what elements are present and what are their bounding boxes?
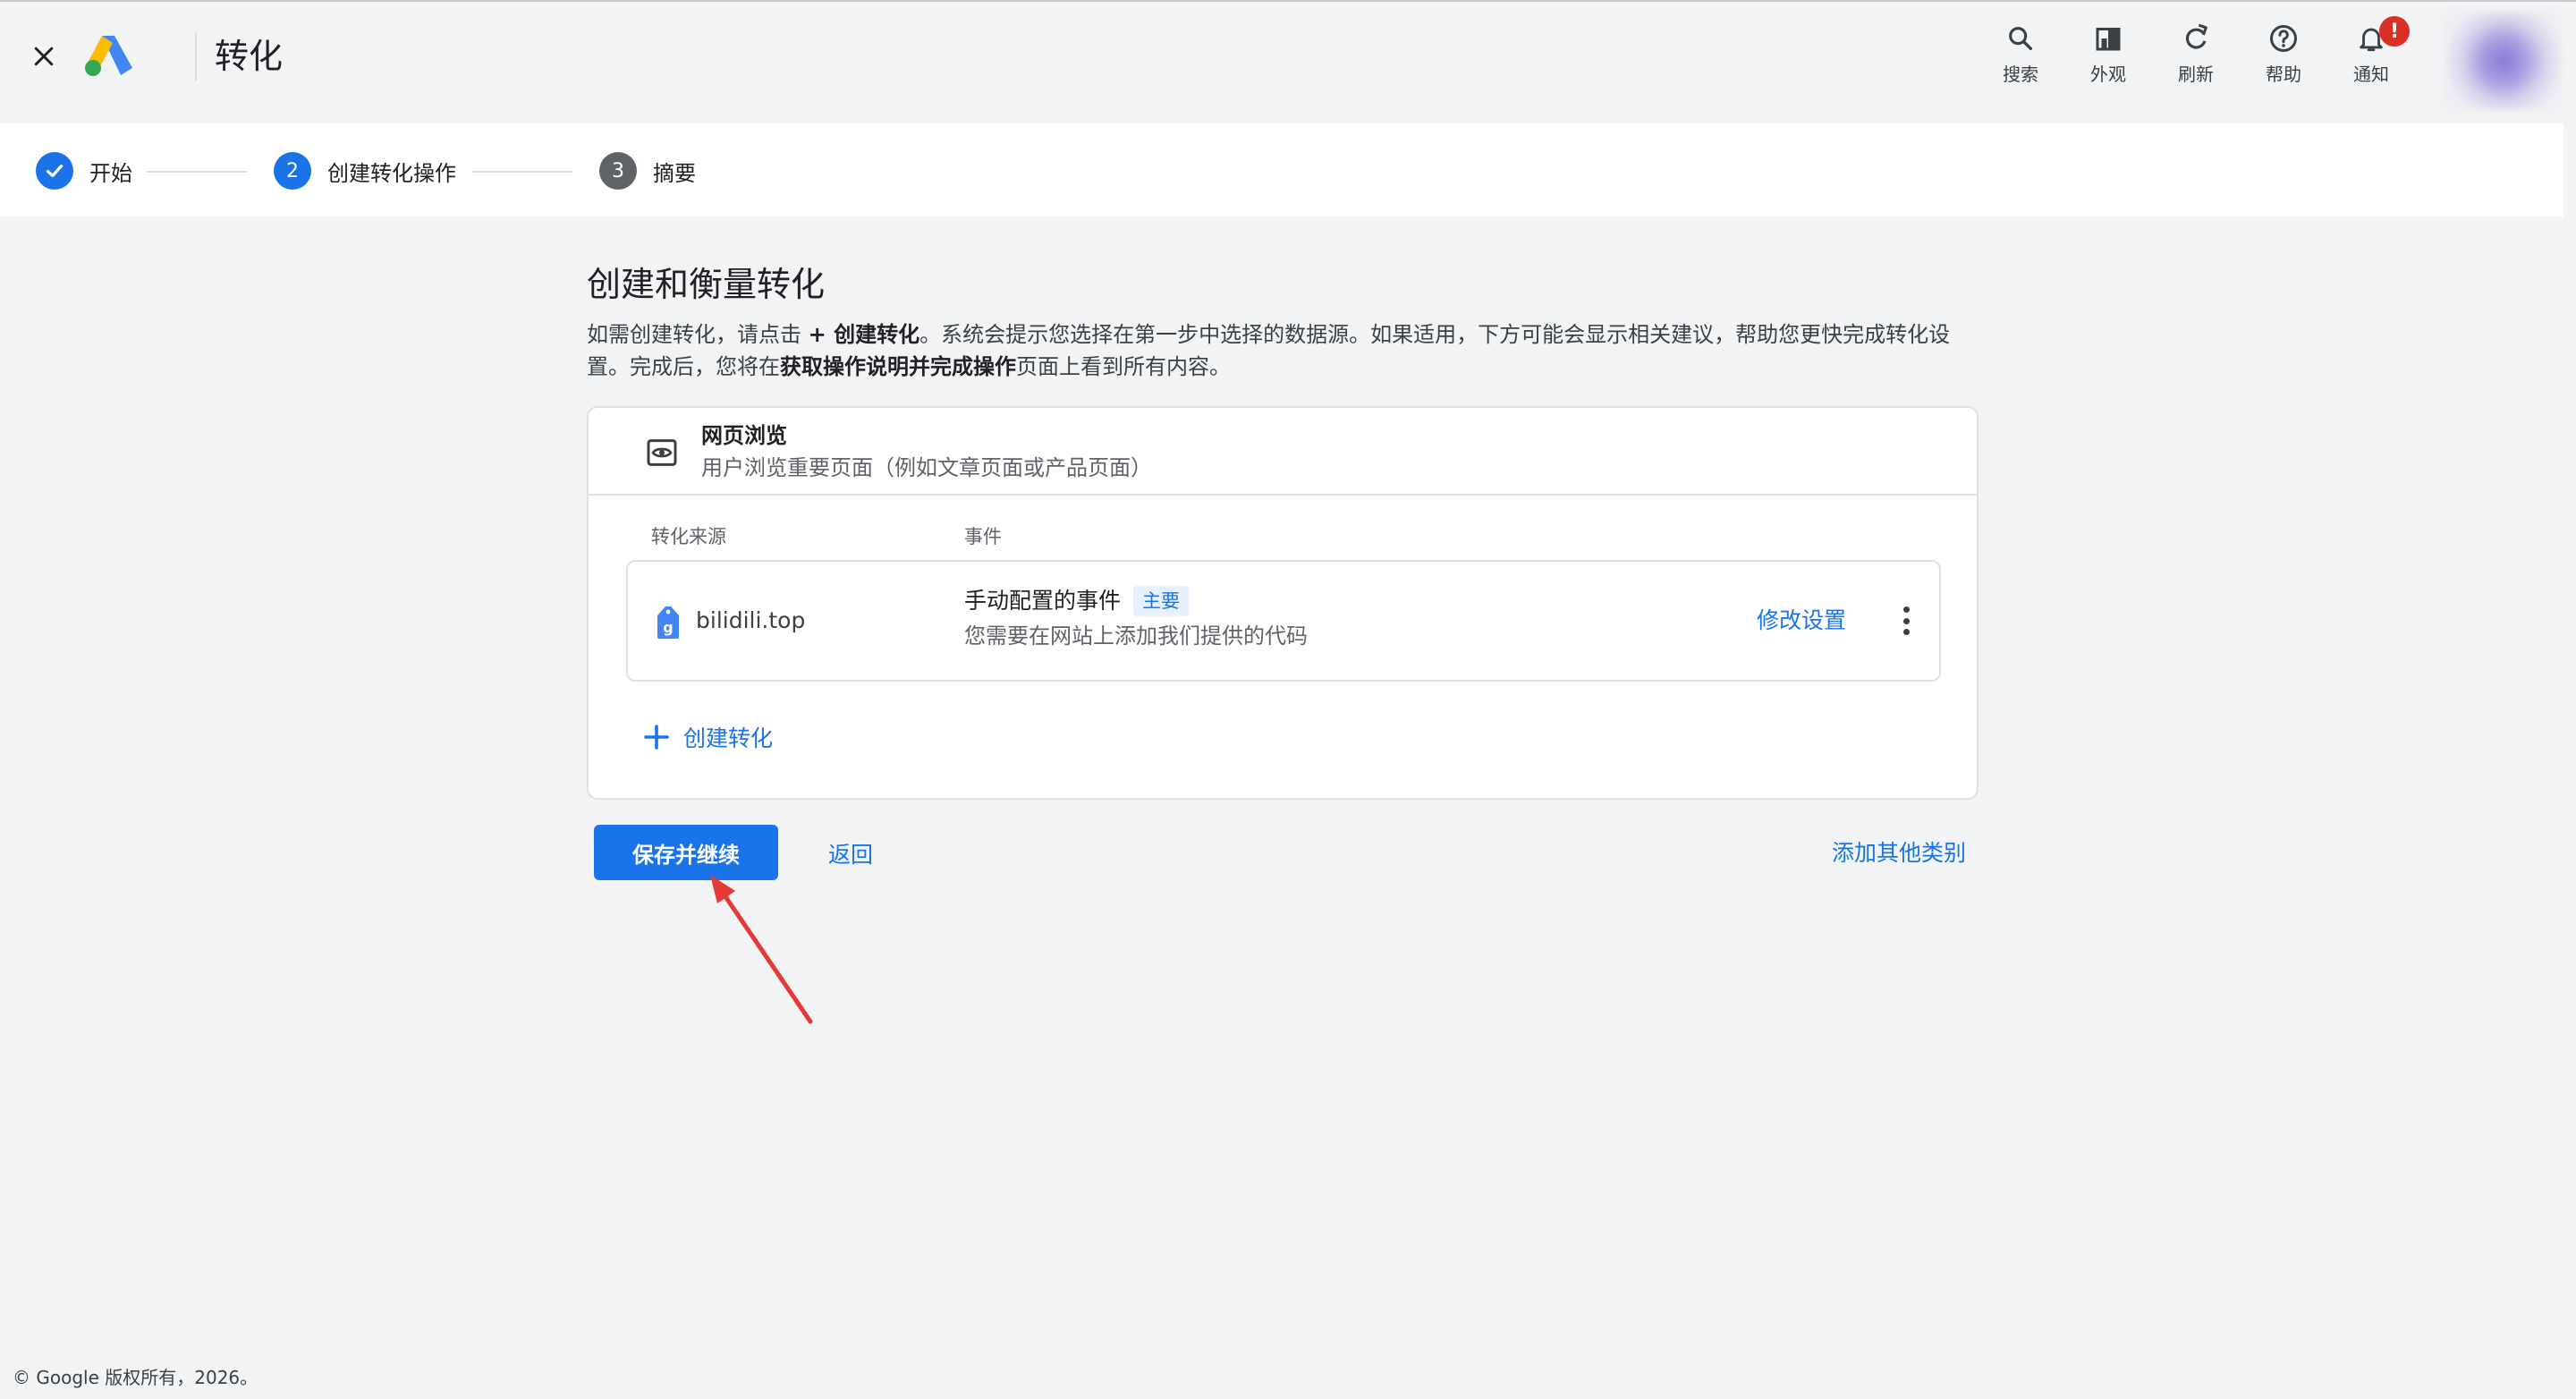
page-title: 转化	[215, 37, 284, 76]
refresh-icon	[2175, 18, 2216, 59]
step-connector	[472, 171, 572, 173]
step-number: 3	[599, 152, 637, 190]
step-label: 摘要	[653, 160, 696, 186]
notifications-label: 通知	[2353, 64, 2389, 85]
step-summary[interactable]: 3 摘要	[599, 152, 696, 190]
back-button[interactable]: 返回	[828, 837, 873, 869]
event-name: 手动配置的事件 主要	[964, 585, 1190, 617]
check-icon	[36, 152, 73, 190]
desc-text: 页面上看到所有内容。	[1016, 354, 1231, 379]
appearance-icon	[2088, 18, 2129, 59]
stepper: 开始 2 创建转化操作 3 摘要	[0, 123, 2563, 216]
step-connector	[147, 171, 247, 173]
event-label: 手动配置的事件	[964, 588, 1122, 614]
step-label: 创建转化操作	[327, 160, 456, 186]
avatar[interactable]	[2445, 13, 2562, 109]
search-label: 搜索	[2003, 64, 2038, 85]
appearance-button[interactable]: 外观	[2064, 18, 2152, 98]
annotation-arrow	[710, 875, 813, 1024]
step-label: 开始	[89, 160, 132, 186]
title-divider	[195, 32, 197, 81]
step-create-conversion[interactable]: 2 创建转化操作	[274, 152, 456, 190]
close-icon[interactable]	[23, 36, 64, 77]
card-subtitle: 用户浏览重要页面（例如文章页面或产品页面）	[701, 455, 1152, 480]
help-button[interactable]: 帮助	[2240, 18, 2327, 98]
top-actions: 搜索 外观 刷新 帮助 ! 通知	[1977, 16, 2415, 98]
help-label: 帮助	[2266, 64, 2301, 85]
conversion-row: g bilidili.top 手动配置的事件 主要 您需要在网站上添加我们提供的…	[626, 560, 1941, 682]
desc-bold: 获取操作说明并完成操作	[780, 354, 1016, 379]
step-start[interactable]: 开始	[36, 152, 132, 190]
section-description: 如需创建转化，请点击 + 创建转化。系统会提示您选择在第一步中选择的数据源。如果…	[587, 318, 1979, 383]
column-header-event: 事件	[964, 526, 1002, 547]
notifications-button[interactable]: ! 通知	[2327, 16, 2415, 98]
main-content: 创建和衡量转化 如需创建转化，请点击 + 创建转化。系统会提示您选择在第一步中选…	[587, 259, 1979, 880]
conversion-source-domain: bilidili.top	[696, 607, 806, 633]
section-heading: 创建和衡量转化	[587, 265, 826, 304]
add-other-category-button[interactable]: 添加其他类别	[1832, 835, 1966, 868]
google-ads-logo	[85, 36, 132, 76]
plus-icon	[644, 725, 669, 750]
search-button[interactable]: 搜索	[1977, 18, 2064, 98]
desc-bold: + 创建转化	[808, 322, 920, 347]
help-icon	[2263, 18, 2304, 59]
refresh-button[interactable]: 刷新	[2152, 18, 2240, 98]
page: 转化 搜索 外观 刷新 帮助 ! 通知 开始 2 创建转化操作 3 摘要 创建和…	[0, 0, 2576, 1399]
search-icon	[2000, 18, 2041, 59]
card-header: 网页浏览 用户浏览重要页面（例如文章页面或产品页面）	[589, 408, 1977, 496]
card-title: 网页浏览	[701, 423, 787, 448]
svg-text:g: g	[663, 619, 673, 636]
page-view-icon	[647, 439, 677, 466]
more-vert-icon[interactable]	[1900, 603, 1912, 639]
primary-badge: 主要	[1133, 586, 1190, 616]
tag-icon: g	[657, 606, 679, 639]
step-number: 2	[274, 152, 311, 190]
create-conversion-label: 创建转化	[683, 725, 774, 751]
edit-settings-link[interactable]: 修改设置	[1757, 605, 1846, 637]
desc-text: 如需创建转化，请点击	[587, 322, 809, 347]
conversion-category-card: 网页浏览 用户浏览重要页面（例如文章页面或产品页面） 转化来源 事件 g bil…	[587, 406, 1979, 800]
column-header-source: 转化来源	[651, 526, 726, 547]
notification-badge: !	[2379, 16, 2410, 47]
refresh-label: 刷新	[2178, 64, 2214, 85]
top-app-bar: 转化 搜索 外观 刷新 帮助 ! 通知	[0, 0, 2576, 123]
event-description: 您需要在网站上添加我们提供的代码	[964, 623, 1308, 649]
create-conversion-button[interactable]: 创建转化	[640, 719, 773, 755]
copyright-footer: © Google 版权所有，2026。	[13, 1367, 258, 1388]
appearance-label: 外观	[2090, 64, 2126, 85]
